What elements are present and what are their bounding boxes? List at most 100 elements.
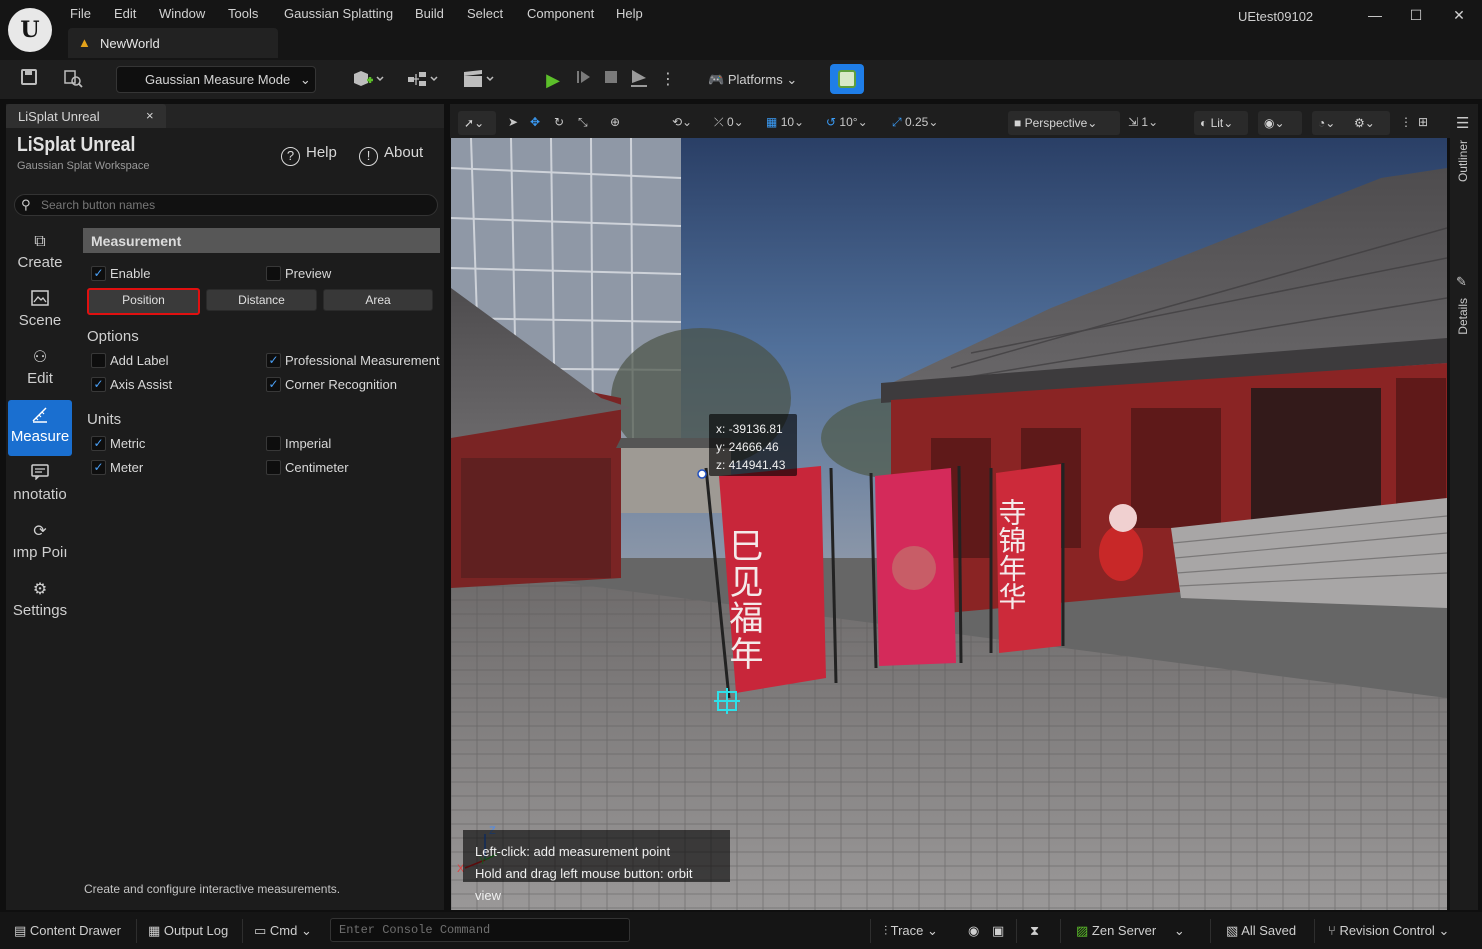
content-drawer-button[interactable]: ▤ Content Drawer	[14, 923, 121, 939]
angle-snap-toggle[interactable]: ↺ 10°⌄	[826, 113, 868, 131]
screenshot-icon[interactable]: ▣	[992, 923, 1004, 939]
perspective-dropdown[interactable]: ■ Perspective⌄	[1008, 111, 1120, 135]
corner-recognition-checkbox[interactable]: ✓	[266, 377, 281, 392]
level-viewport[interactable]: 巳见福年 寺锦年华 Z Y X	[451, 138, 1447, 910]
close-window-button[interactable]: ✕	[1444, 4, 1474, 26]
blueprint-icon[interactable]	[404, 68, 442, 92]
outliner-tab[interactable]: Outliner	[1456, 140, 1470, 182]
measurement-section-title: Measurement	[91, 233, 182, 249]
lisplat-plugin-button[interactable]	[830, 64, 864, 94]
output-log-button[interactable]: ▦ Output Log	[148, 923, 228, 939]
metric-label: Metric	[110, 436, 146, 451]
imperial-checkbox[interactable]	[266, 436, 281, 451]
show-flags-dropdown[interactable]: ◉⌄	[1258, 111, 1302, 135]
menu-file[interactable]: File	[70, 6, 91, 21]
banner-1-text: 巳见福年	[723, 528, 763, 672]
annotation-icon	[8, 464, 72, 484]
position-button[interactable]: Position	[87, 288, 200, 315]
grid-snap-toggle[interactable]: ▦ 10⌄	[766, 113, 804, 131]
nav-settings[interactable]: ⚙ Settings	[8, 574, 72, 630]
nav-scene[interactable]: Scene	[8, 284, 72, 340]
centimeter-checkbox[interactable]	[266, 460, 281, 475]
professional-measurement-checkbox[interactable]: ✓	[266, 353, 281, 368]
help-button[interactable]: ? Help	[281, 144, 337, 166]
menu-component[interactable]: Component	[527, 6, 594, 21]
add-label-checkbox[interactable]	[91, 353, 106, 368]
menu-edit[interactable]: Edit	[114, 6, 136, 21]
minimize-button[interactable]: —	[1360, 4, 1390, 26]
hamburger-icon[interactable]: ☰	[1456, 114, 1469, 132]
lit-dropdown[interactable]: ◐ Lit⌄	[1194, 111, 1248, 135]
console-command-input[interactable]	[330, 918, 630, 942]
preview-checkbox[interactable]	[266, 266, 281, 281]
project-title: UEtest09102	[1238, 9, 1314, 24]
nav-measure[interactable]: Measure	[8, 400, 72, 456]
search-input[interactable]	[41, 197, 421, 213]
scale-icon[interactable]: ⤡	[578, 113, 594, 131]
add-actor-icon[interactable]	[350, 68, 388, 92]
menu-gaussian-splatting[interactable]: Gaussian Splatting	[284, 6, 393, 21]
pencil-icon[interactable]: ✎	[1456, 274, 1467, 290]
surface-snap-icon[interactable]: ⟲⌄	[672, 113, 692, 131]
axis-assist-checkbox[interactable]: ✓	[91, 377, 106, 392]
nav-jump-point[interactable]: ⟳ ımp Poiı	[8, 516, 72, 572]
viewport-settings-dropdown[interactable]: ⚙⌄	[1348, 111, 1390, 135]
viewport-more-icon[interactable]: ⋮	[1400, 113, 1412, 131]
rotate-icon[interactable]: ↻	[554, 113, 570, 131]
all-saved-button[interactable]: ▧ All Saved	[1226, 923, 1296, 939]
enable-label: Enable	[110, 266, 151, 281]
browse-icon[interactable]	[60, 68, 86, 92]
save-icon[interactable]	[18, 68, 40, 92]
translate-icon[interactable]: ✥	[530, 113, 546, 131]
map-tab-label: NewWorld	[100, 36, 160, 51]
zen-server-dropdown[interactable]: ▨ Zen Server ⌄	[1076, 923, 1185, 939]
map-tab[interactable]: ▲ NewWorld	[68, 28, 278, 58]
camera-speed-dropdown[interactable]: ⇲ 1⌄	[1128, 113, 1158, 131]
close-tab-icon[interactable]: ×	[146, 108, 154, 123]
select-mode-dropdown[interactable]: ➚⌄	[458, 111, 496, 135]
more-options-icon[interactable]: ⋮	[660, 68, 676, 92]
cinematics-icon[interactable]	[460, 68, 498, 92]
world-space-icon[interactable]: ⊕	[610, 113, 626, 131]
nav-annotation[interactable]: nnotatio	[8, 458, 72, 514]
details-tab[interactable]: Details	[1456, 298, 1470, 335]
menu-window[interactable]: Window	[159, 6, 205, 21]
unreal-logo-icon[interactable]: U	[8, 8, 52, 52]
nav-edit[interactable]: ⚇ Edit	[8, 342, 72, 398]
info-icon: !	[359, 147, 378, 166]
mode-dropdown[interactable]: Gaussian Measure Mode ⌄	[116, 66, 316, 93]
menu-help[interactable]: Help	[616, 6, 643, 21]
cmd-dropdown[interactable]: ▭ Cmd ⌄	[254, 923, 312, 939]
enable-checkbox[interactable]: ✓	[91, 266, 106, 281]
select-tool-icon[interactable]: ➤	[508, 113, 522, 131]
jump-point-icon: ⟳	[33, 523, 47, 540]
measurement-section-header[interactable]: Measurement	[83, 228, 440, 253]
nav-create[interactable]: ⧉ Create	[8, 226, 72, 282]
measurement-point-marker[interactable]	[697, 469, 707, 479]
eject-icon[interactable]	[628, 68, 650, 92]
revision-control-dropdown[interactable]: ⑂ Revision Control ⌄	[1328, 923, 1449, 939]
area-button[interactable]: Area	[323, 289, 433, 311]
distance-button[interactable]: Distance	[206, 289, 317, 311]
meter-checkbox[interactable]: ✓	[91, 460, 106, 475]
hourglass-icon[interactable]: ⧗	[1030, 923, 1039, 939]
step-icon[interactable]	[572, 68, 594, 92]
record-icon[interactable]: ◉	[968, 923, 979, 939]
platforms-dropdown[interactable]: 🎮 Platforms ⌄	[708, 68, 797, 92]
zen-server-label: Zen Server	[1091, 923, 1157, 938]
coordinate-readout: x: -39136.81 y: 24666.46 z: 414941.43	[709, 414, 797, 476]
menu-select[interactable]: Select	[467, 6, 503, 21]
about-button[interactable]: ! About	[359, 144, 423, 166]
maximize-button[interactable]: ☐	[1401, 4, 1431, 26]
menu-build[interactable]: Build	[415, 6, 444, 21]
metric-checkbox[interactable]: ✓	[91, 436, 106, 451]
scale-snap-toggle[interactable]: ⤢ 0.25⌄	[892, 113, 938, 131]
trace-dropdown[interactable]: ⫶ Trace ⌄	[884, 923, 938, 939]
stop-icon[interactable]	[600, 68, 622, 92]
menu-tools[interactable]: Tools	[228, 6, 258, 21]
play-icon[interactable]: ▶	[540, 68, 566, 92]
search-icon: ⚲	[21, 197, 31, 212]
layout-icon[interactable]: ⊞	[1418, 113, 1436, 131]
rotation-snap-toggle[interactable]: ⤫ 0⌄	[714, 113, 744, 131]
panel-tab[interactable]: LiSplat Unreal ×	[6, 104, 166, 128]
